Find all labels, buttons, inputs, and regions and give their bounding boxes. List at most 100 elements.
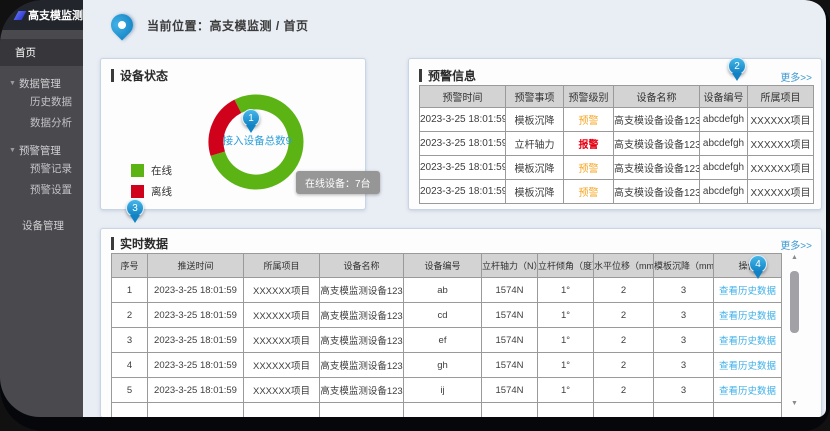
sidebar-item-warning-management[interactable]: ▼ 预警管理 [0,143,83,158]
realtime-more-link[interactable]: 更多>> [780,237,812,252]
warning-level: 预警 [564,180,614,204]
push-time: 2023-3-25 18:01:59 [148,353,244,378]
warning-table-row: 2023-3-25 18:01:59 模板沉降 预警 高支模设备设备123 ab… [420,156,814,180]
marker-pin-3: 3 [126,199,144,217]
push-time: 2023-3-25 18:01:59 [148,278,244,303]
title-bar-icon [111,237,114,250]
sidebar-group-label: 预警管理 [19,143,61,158]
horizontal-displacement: 2 [594,353,654,378]
horizontal-displacement: 2 [594,328,654,353]
horizontal-displacement: 2 [594,303,654,328]
column-header: 所属项目 [244,254,320,278]
sidebar-item-device-management[interactable]: 设备管理 [0,218,83,233]
column-header: 预警级别 [564,86,614,108]
device-code: abcdefgh [700,156,748,180]
view-history-link[interactable]: 查看历史数据 [719,336,776,347]
panel-title: 预警信息 [419,67,476,84]
warning-info-panel: 预警信息 更多>> 2 预警时间预警事项预警级别设备名称设备编号所属项目 [408,58,822,210]
realtime-table-header: 序号推送时间所属项目设备名称设备编号立杆轴力（N）立杆倾角（度）水平位移（mm）… [112,254,782,278]
row-seq: 5 [112,378,148,403]
warning-more-link[interactable]: 更多>> [780,69,812,84]
view-history-link[interactable]: 查看历史数据 [719,361,776,372]
sidebar-item-history-data[interactable]: 历史数据 [0,91,83,112]
sidebar-item-warning-settings[interactable]: 预警设置 [0,179,83,200]
axial-force: 1574N [482,278,538,303]
chevron-down-icon: ▼ [9,147,16,154]
device-name: 高支模设备设备123 [614,108,700,132]
legend-swatch [131,185,144,198]
project-name: XXXXXX项目 [244,328,320,353]
column-header: 水平位移（mm） [594,254,654,278]
formwork-settlement: 3 [654,378,714,403]
device-code: ab [404,278,482,303]
push-time: 2023-3-25 18:01:59 [148,378,244,403]
column-header: 立杆轴力（N） [482,254,538,278]
breadcrumb: 当前位置：高支模监测 / 首页 [111,14,309,36]
marker-pin-1: 1 [242,109,260,127]
scroll-up-icon[interactable]: ▲ [791,253,798,263]
sidebar-item-data-management[interactable]: ▼ 数据管理 [0,76,83,91]
device-code: abcdefgh [700,108,748,132]
column-header: 设备名称 [320,254,404,278]
sidebar-group-label: 数据管理 [19,76,61,91]
axial-force: 1574N [482,303,538,328]
warning-item: 模板沉降 [506,180,564,204]
view-history-link[interactable]: 查看历史数据 [719,311,776,322]
row-seq: 1 [112,278,148,303]
sidebar-item-warning-records[interactable]: 预警记录 [0,158,83,179]
legend-label: 在线 [151,163,172,178]
panel-title: 设备状态 [111,67,168,84]
warning-table-header: 预警时间预警事项预警级别设备名称设备编号所属项目 [420,86,814,108]
sidebar: 高支模监测 首页 ▼ 数据管理 历史数据 数据分析 ▼ 预警管理 预警记录 预警… [0,0,83,417]
incline-angle: 1° [538,378,594,403]
warning-level: 预警 [564,156,614,180]
incline-angle: 1° [538,328,594,353]
marker-pin-4: 4 [749,255,767,273]
donut-tooltip: 在线设备：7台 [296,171,380,194]
view-history-link[interactable]: 查看历史数据 [719,286,776,297]
realtime-table: 序号推送时间所属项目设备名称设备编号立杆轴力（N）立杆倾角（度）水平位移（mm）… [111,253,782,417]
sidebar-item-home[interactable]: 首页 [0,39,83,66]
column-header: 预警时间 [420,86,506,108]
realtime-table-row: 1 2023-3-25 18:01:59 XXXXXX项目 高支模监测设备123… [112,278,782,303]
column-header: 设备编号 [404,254,482,278]
project-name: XXXXXX项目 [244,353,320,378]
realtime-table-row: 5 2023-3-25 18:01:59 XXXXXX项目 高支模监测设备123… [112,378,782,403]
warning-item: 模板沉降 [506,156,564,180]
warning-level: 预警 [564,108,614,132]
sidebar-item-data-analysis[interactable]: 数据分析 [0,112,83,133]
project-name: XXXXXX项目 [244,278,320,303]
warning-item: 模板沉降 [506,108,564,132]
legend-label: 离线 [151,184,172,199]
sidebar-brand: 高支模监测 [0,0,83,30]
realtime-table-row: 3 2023-3-25 18:01:59 XXXXXX项目 高支模监测设备123… [112,328,782,353]
push-time: 2023-3-25 18:01:59 [148,303,244,328]
project-name: XXXXXX项目 [244,303,320,328]
column-header: 设备名称 [614,86,700,108]
brand-logo-icon [14,11,27,20]
view-history-link[interactable]: 查看历史数据 [719,386,776,397]
device-name: 高支模设备设备123 [614,156,700,180]
empty-row [112,403,782,418]
scrollbar-track[interactable] [790,263,799,399]
column-header: 操作 [714,254,782,278]
device-name: 高支模监测设备123 [320,378,404,403]
title-bar-icon [419,69,422,82]
row-seq: 3 [112,328,148,353]
marker-pin-2: 2 [728,57,746,75]
device-name: 高支模设备设备123 [614,180,700,204]
warning-level: 报警 [564,132,614,156]
device-code: abcdefgh [700,180,748,204]
chevron-down-icon: ▼ [9,80,16,87]
scroll-down-icon[interactable]: ▼ [791,399,798,409]
location-pin-icon [106,9,137,40]
donut-center-label[interactable]: 接入设备总数9 [196,133,318,148]
screenshot-frame: 高支模监测 首页 ▼ 数据管理 历史数据 数据分析 ▼ 预警管理 预警记录 预警… [0,0,830,431]
table-scrollbar[interactable]: ▲ ▼ [789,253,800,409]
warning-table-row: 2023-3-25 18:01:59 模板沉降 预警 高支模设备设备123 ab… [420,108,814,132]
scrollbar-thumb[interactable] [790,271,799,333]
project-name: XXXXXX项目 [748,180,814,204]
column-header: 推送时间 [148,254,244,278]
formwork-settlement: 3 [654,328,714,353]
legend-item: 在线 [131,163,172,178]
